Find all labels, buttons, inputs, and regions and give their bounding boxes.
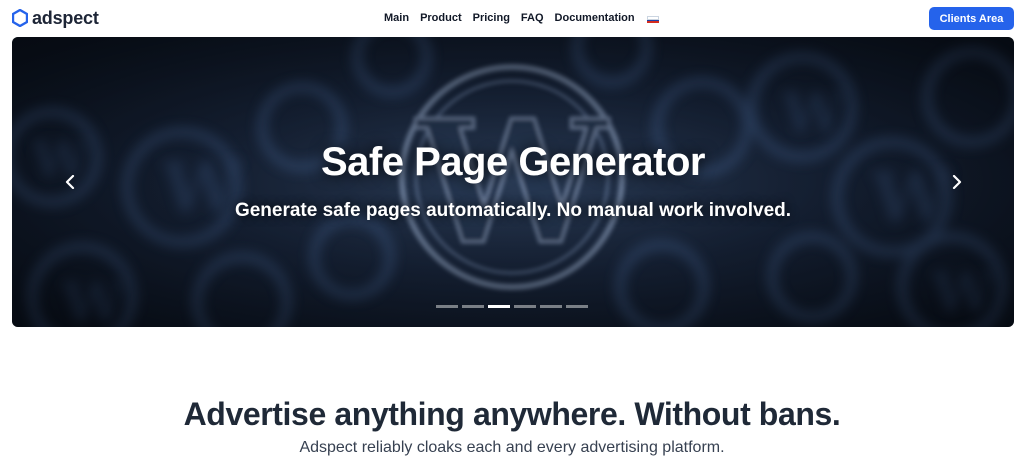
carousel-indicators xyxy=(436,305,588,308)
hero-title: Advertise anything anywhere. Without ban… xyxy=(183,396,841,432)
carousel-indicator-active[interactable] xyxy=(488,305,510,308)
nav-item-documentation[interactable]: Documentation xyxy=(555,11,635,25)
hero-subtitle: Adspect reliably cloaks each and every a… xyxy=(299,439,725,456)
hexagon-logo-icon xyxy=(12,9,28,27)
main-nav: Main Product Pricing FAQ Documentation xyxy=(384,11,646,25)
site-header: adspect Main Product Pricing FAQ Documen… xyxy=(0,0,1024,37)
carousel-indicator[interactable] xyxy=(514,305,536,308)
nav-item-pricing[interactable]: Pricing xyxy=(473,11,510,25)
slide-subtitle: Generate safe pages automatically. No ma… xyxy=(234,200,792,221)
carousel-indicator[interactable] xyxy=(540,305,562,308)
slide-title: Safe Page Generator xyxy=(321,140,706,184)
carousel-next-button[interactable] xyxy=(947,171,967,193)
language-flag-icon[interactable] xyxy=(647,16,659,24)
hero-carousel: W W W W W W W Safe Page Generator Genera… xyxy=(12,37,1014,327)
carousel-indicator[interactable] xyxy=(436,305,458,308)
carousel-prev-button[interactable] xyxy=(60,171,80,193)
nav-item-main[interactable]: Main xyxy=(384,11,409,25)
chevron-right-icon xyxy=(952,175,962,189)
clients-area-button[interactable]: Clients Area xyxy=(929,7,1014,30)
nav-item-faq[interactable]: FAQ xyxy=(521,11,544,25)
nav-item-product[interactable]: Product xyxy=(420,11,462,25)
brand-name: adspect xyxy=(32,8,99,28)
carousel-indicator[interactable] xyxy=(566,305,588,308)
chevron-left-icon xyxy=(65,175,75,189)
brand-logo[interactable]: adspect xyxy=(12,8,99,28)
carousel-indicator[interactable] xyxy=(462,305,484,308)
